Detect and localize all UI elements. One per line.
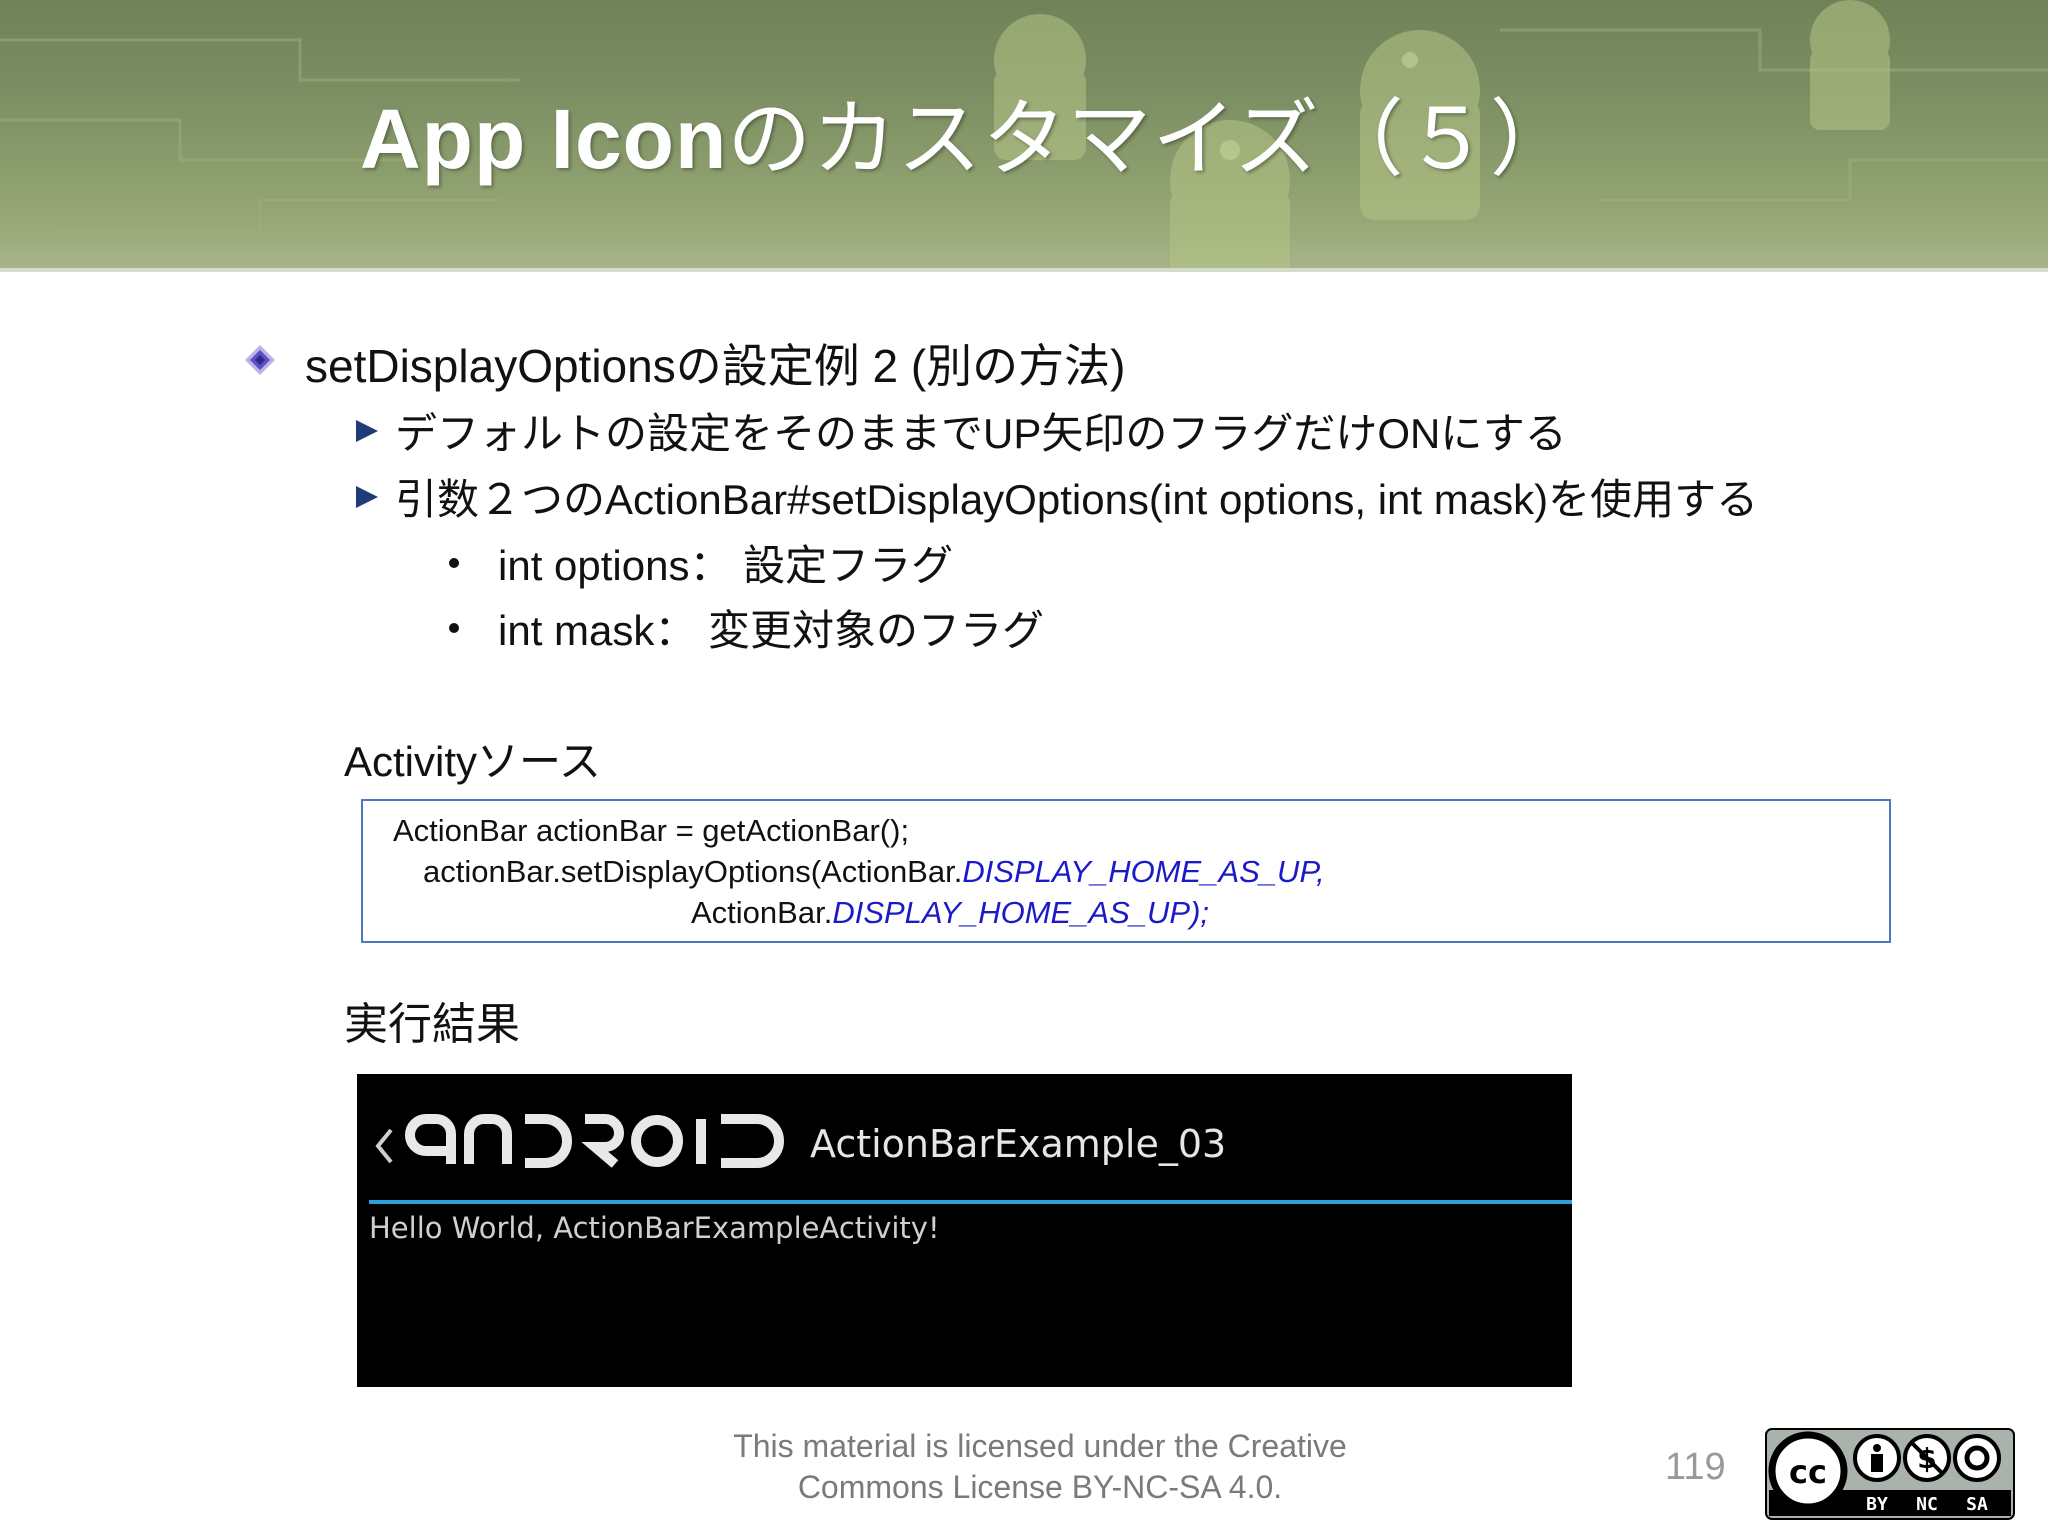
execution-result-label: 実行結果 [344,999,520,1050]
slide-title: App Iconのカスタマイズ（５） [360,72,1575,188]
license-line-2: Commons License BY-NC-SA 4.0. [797,1469,1283,1505]
license-line-1: This material is licensed under the Crea… [733,1428,1347,1464]
cc-label-nc: NC [1916,1494,1938,1515]
code-line-3: ActionBar.DISPLAY_HOME_AS_UP); [691,895,1209,931]
code-text: ); [1190,895,1210,930]
slide-title-jp: のカスタマイズ（５） [727,90,1575,188]
code-block: ActionBar actionBar = getActionBar(); ac… [361,799,1891,943]
param-int-mask: int mask： 変更対象のフラグ [498,607,1045,654]
param-int-options: int options： 設定フラグ [498,542,954,589]
code-text: , [1316,854,1325,889]
dot-bullet-icon [449,558,459,568]
action-bar: ActionBarExample_03 [357,1074,1572,1200]
slide-title-latin: App Icon [360,92,728,186]
code-text: ActionBar actionBar = getActionBar(); [393,813,910,848]
slide-header: App Iconのカスタマイズ（５） [0,0,2048,272]
code-constant: DISPLAY_HOME_AS_UP [832,895,1191,930]
code-text: ActionBar. [691,895,833,930]
code-line-1: ActionBar actionBar = getActionBar(); [393,813,909,849]
dot-bullet-icon [449,623,459,633]
cc-label-by: BY [1866,1494,1888,1515]
code-constant: DISPLAY_HOME_AS_UP [962,854,1317,889]
cc-by-nc-sa-badge-icon: cc $ BY NC SA [1765,1428,2015,1520]
hello-world-text: Hello World, ActionBarExampleActivity! [369,1211,940,1245]
android-wordmark-icon[interactable] [405,1114,797,1168]
sub-item-default-settings: デフォルトの設定をそのままでUP矢印のフラグだけONにする [395,410,1567,457]
triangle-bullet-icon [356,486,378,508]
triangle-bullet-icon [356,420,378,442]
page-number: 119 [1665,1446,1726,1488]
diamond-bullet-icon [245,345,275,375]
emulator-screenshot: ActionBarExample_03 Hello World, ActionB… [357,1074,1572,1387]
action-bar-divider [369,1200,1572,1204]
sub-item-two-arguments: 引数２つのActionBar#setDisplayOptions(int opt… [395,476,1759,523]
svg-text:cc: cc [1789,1453,1827,1491]
header-divider [0,268,2048,272]
app-title: ActionBarExample_03 [810,1122,1227,1166]
code-line-2: actionBar.setDisplayOptions(ActionBar.DI… [423,854,1325,890]
bullet-set-display-options: setDisplayOptionsの設定例 2 (別の方法) [305,340,1126,392]
activity-source-label: Activityソース [344,738,601,785]
license-notice: This material is licensed under the Crea… [640,1426,1440,1508]
up-caret-icon[interactable] [373,1126,395,1171]
code-text: actionBar.setDisplayOptions(ActionBar. [423,854,963,889]
cc-label-sa: SA [1966,1494,1988,1515]
